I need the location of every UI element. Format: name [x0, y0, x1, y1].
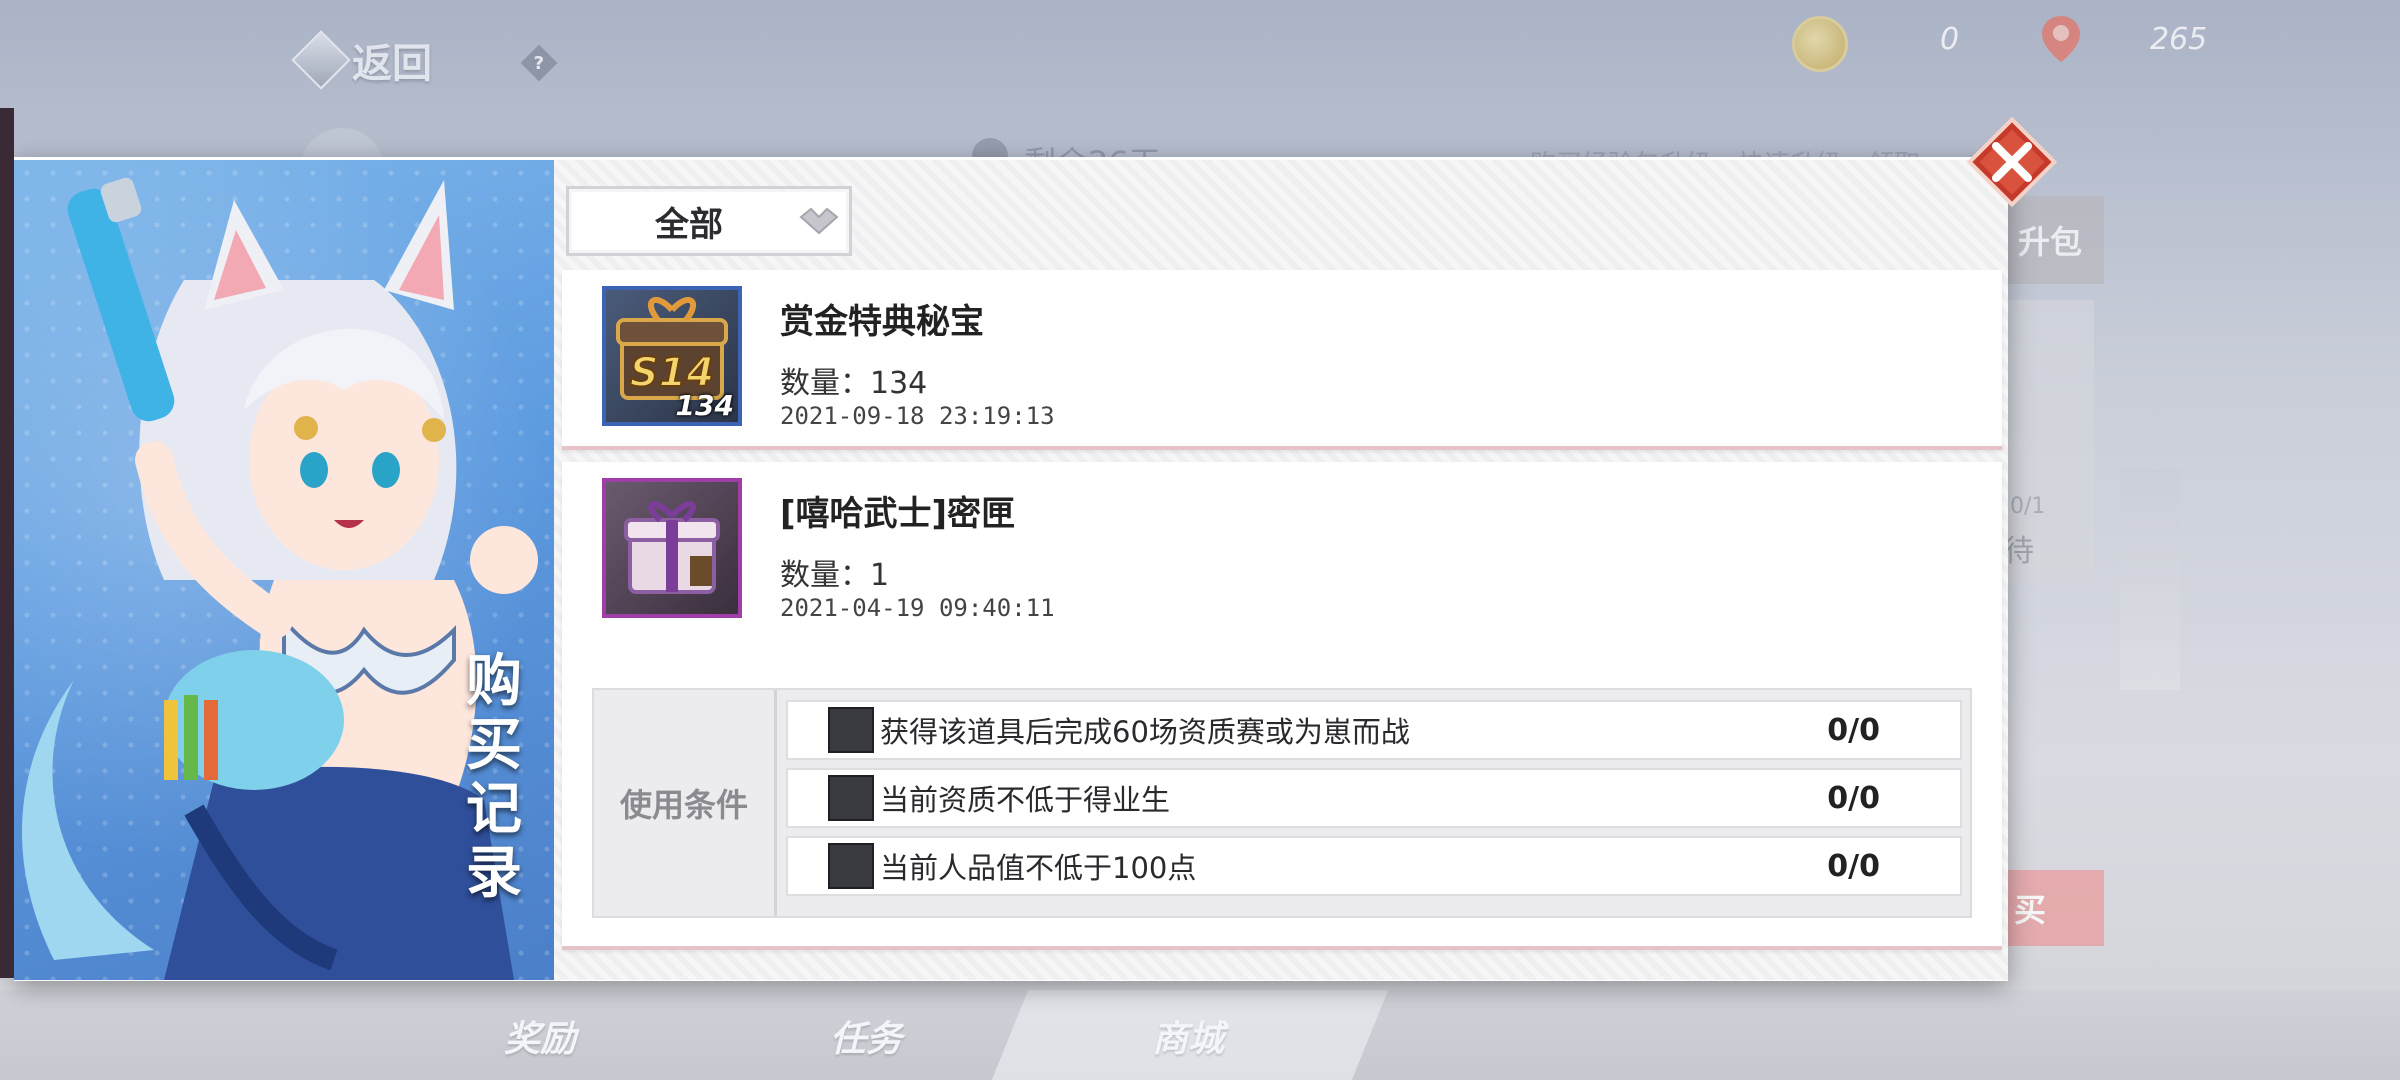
record-item: [嘻哈武士]密匣 数量：1 2021-04-19 09:40:11 使用条件 获…	[562, 462, 2002, 950]
condition-row: 当前人品值不低于100点 0/0	[786, 836, 1962, 896]
purchase-record-title: 购 买 记 录	[466, 649, 522, 906]
usage-conditions-label: 使用条件	[594, 690, 777, 916]
tab-rewards[interactable]: 奖励	[504, 1010, 576, 1062]
modal-edge	[0, 108, 14, 978]
character-illustration: 购 买 记 录	[14, 160, 554, 980]
condition-checkbox-icon	[828, 707, 874, 753]
back-label: 返回	[352, 41, 432, 87]
purchase-time: 2021-04-19 09:40:11	[780, 594, 1055, 622]
item-icon-bounty-treasure: S14 134	[602, 286, 742, 426]
coin-count: 0	[1940, 22, 1960, 57]
coin-icon	[1792, 16, 1848, 72]
item-name: 赏金特典秘宝	[780, 302, 984, 342]
item-icon-hiphop-samurai-box	[602, 478, 742, 618]
condition-progress: 0/0	[1827, 848, 1880, 884]
gem-count: 265	[2150, 22, 2208, 57]
condition-row: 获得该道具后完成60场资质赛或为崽而战 0/0	[786, 700, 1962, 760]
filter-dropdown[interactable]: 全部	[566, 186, 852, 256]
usage-conditions: 使用条件 获得该道具后完成60场资质赛或为崽而战 0/0 当前资质不低于得业生 …	[592, 688, 1972, 918]
tab-tasks[interactable]: 任务	[830, 1010, 902, 1062]
chevron-down-icon	[789, 201, 849, 241]
item-count-badge: 134	[675, 389, 734, 422]
filter-selected-value: 全部	[655, 204, 723, 245]
record-item: S14 134 赏金特典秘宝 数量：134 2021-09-18 23:19:1…	[562, 270, 2002, 450]
buy-button[interactable]: 买	[2000, 870, 2104, 946]
item-quantity: 数量：134	[780, 366, 928, 401]
condition-text: 获得该道具后完成60场资质赛或为崽而战	[880, 715, 1410, 749]
purchase-time: 2021-09-18 23:19:13	[780, 402, 1055, 430]
item-name: [嘻哈武士]密匣	[780, 494, 1016, 534]
close-button[interactable]	[1960, 110, 2064, 214]
back-button[interactable]: 返回	[291, 30, 432, 90]
condition-checkbox-icon	[828, 843, 874, 889]
condition-text: 当前资质不低于得业生	[880, 783, 1171, 817]
condition-row: 当前资质不低于得业生 0/0	[786, 768, 1962, 828]
gem-icon	[2042, 16, 2080, 62]
item-quantity: 数量：1	[780, 558, 890, 593]
condition-progress: 0/0	[1827, 780, 1880, 816]
condition-checkbox-icon	[828, 775, 874, 821]
back-icon	[291, 30, 351, 90]
close-icon	[1966, 116, 2058, 208]
condition-text: 当前人品值不低于100点	[880, 851, 1197, 885]
reward-progress: 0/1	[2010, 494, 2046, 519]
tab-shop[interactable]: 商城	[1152, 1010, 1224, 1062]
background-tower	[2120, 470, 2180, 690]
help-icon[interactable]: ?	[520, 44, 558, 82]
condition-progress: 0/0	[1827, 712, 1880, 748]
reward-status: 待	[2004, 534, 2034, 569]
